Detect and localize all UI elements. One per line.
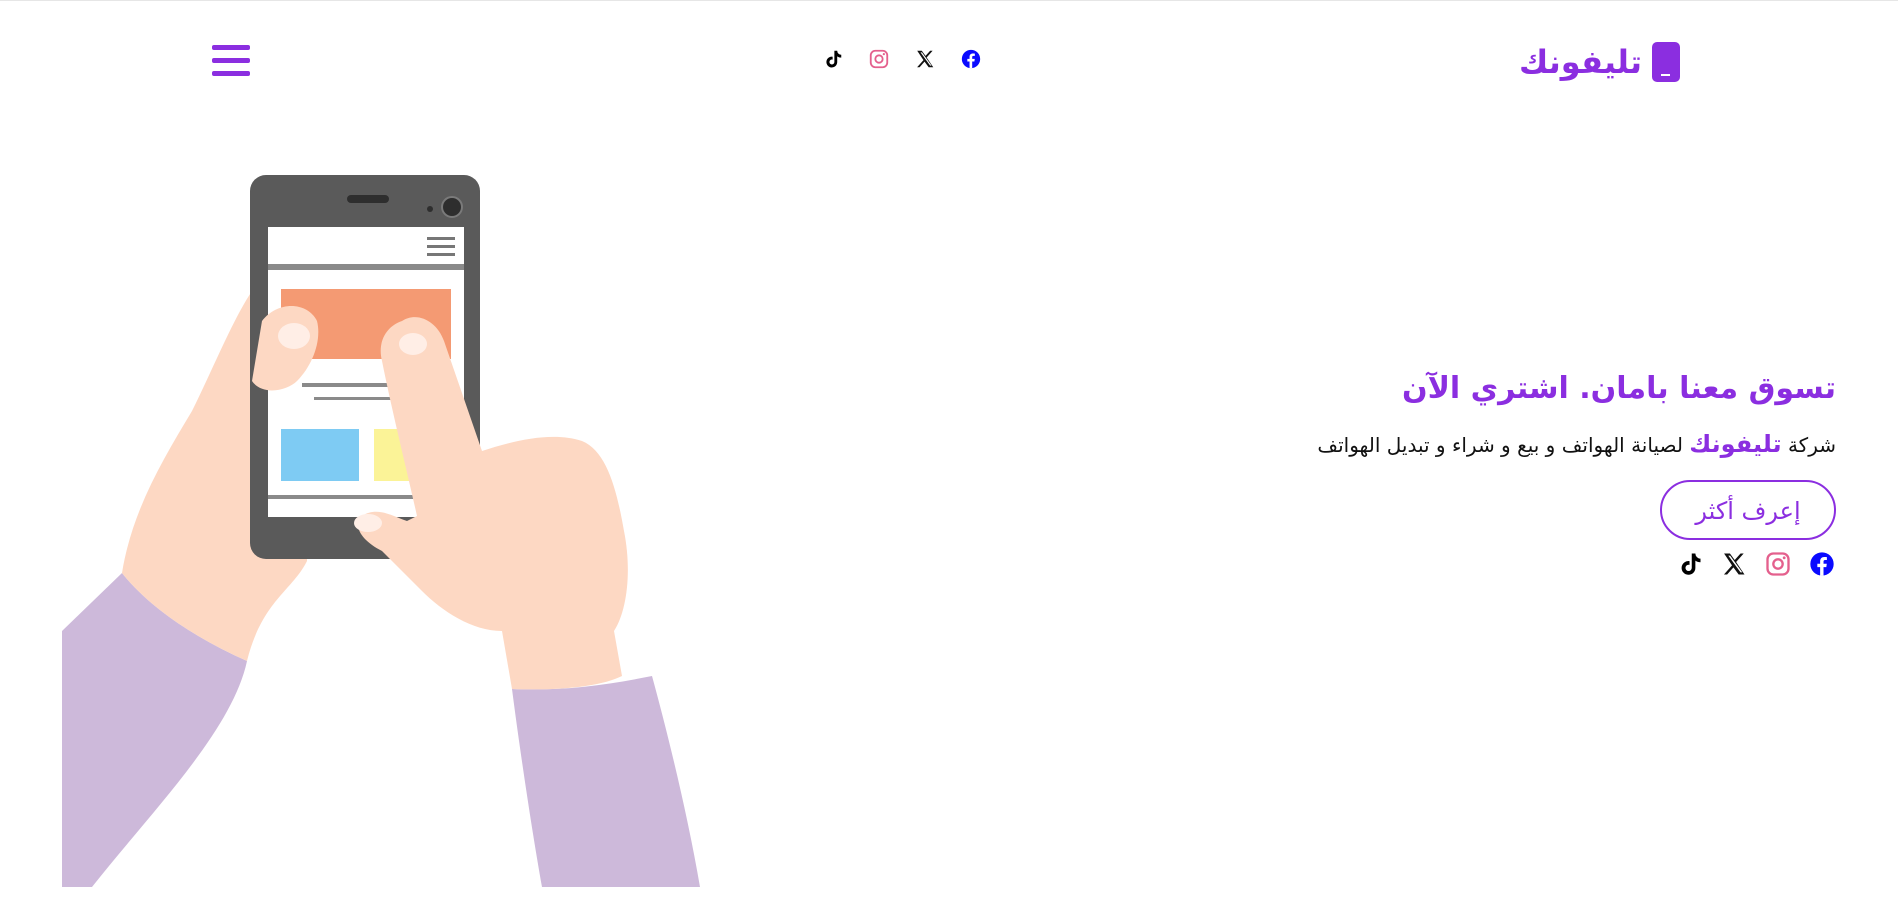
- hero-facebook-link[interactable]: [1808, 550, 1836, 578]
- site-header: تليفونك: [0, 1, 1898, 121]
- hero-x-link[interactable]: [1720, 550, 1748, 578]
- hero-section: تسوق معنا بامان. اشتري الآن شركة تليفونك…: [1136, 363, 1836, 578]
- phone-speaker: [347, 195, 389, 203]
- brand-name: تليفونك: [1518, 43, 1642, 81]
- facebook-icon: [961, 49, 981, 69]
- brand-logo-link[interactable]: تليفونك: [1519, 39, 1680, 85]
- phone-camera: [441, 196, 463, 218]
- header-facebook-link[interactable]: [960, 48, 982, 70]
- phone-icon: [1652, 42, 1680, 82]
- hero-description: شركة تليفونك لصيانة الهواتف و بيع و شراء…: [1136, 429, 1836, 460]
- hero-social-links: [1136, 550, 1836, 578]
- screen-card-blue: [281, 429, 359, 481]
- learn-more-button[interactable]: إعرف أكثر: [1660, 480, 1836, 540]
- tiktok-icon: [826, 50, 842, 68]
- tiktok-icon: [1681, 553, 1701, 575]
- menu-line: [212, 58, 250, 63]
- hero-desc-prefix: شركة: [1787, 433, 1836, 457]
- header-tiktok-link[interactable]: [822, 48, 844, 70]
- menu-line: [212, 45, 250, 50]
- header-social-links: [822, 46, 982, 72]
- menu-line: [212, 71, 250, 76]
- right-sleeve: [512, 676, 700, 887]
- hero-desc-suffix: لصيانة الهواتف و بيع و شراء و تبديل الهو…: [1317, 433, 1683, 457]
- hamburger-menu-icon[interactable]: [212, 43, 252, 79]
- hero-tiktok-link[interactable]: [1676, 550, 1704, 578]
- instagram-icon: [869, 49, 889, 69]
- hero-title: تسوق معنا بامان. اشتري الآن: [1401, 371, 1836, 406]
- x-icon: [917, 50, 934, 68]
- hero-instagram-link[interactable]: [1764, 550, 1792, 578]
- page: تليفونك تسوق معنا بامان. اشتري الآن شركة…: [0, 0, 1898, 923]
- header-x-link[interactable]: [914, 48, 936, 70]
- hero-desc-brand: تليفونك: [1689, 430, 1782, 458]
- facebook-icon: [1810, 552, 1834, 576]
- hands-holding-phone-illustration: [62, 175, 700, 887]
- x-icon: [1723, 553, 1745, 575]
- instagram-icon: [1766, 552, 1790, 576]
- header-instagram-link[interactable]: [868, 48, 890, 70]
